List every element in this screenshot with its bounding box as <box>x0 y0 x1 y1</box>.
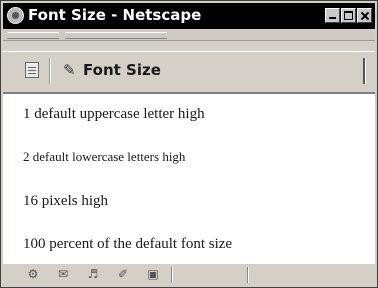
composer-icon[interactable]: ♬ <box>85 268 101 281</box>
navigator-icon[interactable]: ⚙ <box>25 268 41 281</box>
pen-icon: ✎ <box>63 61 76 79</box>
text-line: 1 default uppercase letter high <box>23 106 205 122</box>
toolbar-grip[interactable] <box>7 32 59 39</box>
browser-window: Font Size - Netscape ✎ Font Size 1 defau… <box>0 0 378 288</box>
text-line: 100 percent of the default font size <box>23 236 233 252</box>
page-toolbar: ✎ Font Size <box>3 51 375 93</box>
toolbar-divider <box>49 58 50 84</box>
page-content: 1 default uppercase letter high 2 defaul… <box>3 93 375 263</box>
status-divider <box>171 267 172 283</box>
document-icon[interactable] <box>25 62 39 78</box>
toolbar-grip[interactable] <box>65 32 117 39</box>
address-book-icon[interactable]: ▣ <box>145 268 161 281</box>
status-bar: ⚙ ✉ ♬ ✐ ▣ <box>3 263 375 286</box>
close-button[interactable] <box>357 8 372 23</box>
netscape-icon[interactable] <box>7 7 24 24</box>
toolbar-title: Font Size <box>83 61 161 79</box>
mail-icon[interactable]: ✉ <box>55 268 71 281</box>
toolbar-end-divider <box>363 58 365 84</box>
text-line: 16 pixels high <box>23 193 108 209</box>
status-divider <box>247 267 248 283</box>
maximize-button[interactable] <box>341 8 356 23</box>
window-title: Font Size - Netscape <box>28 6 202 24</box>
minimize-button[interactable] <box>325 8 340 23</box>
menu-bar <box>3 30 375 41</box>
edit-icon[interactable]: ✐ <box>115 268 131 281</box>
text-line: 2 default lowercase letters high <box>23 149 186 164</box>
toolbar-grip[interactable] <box>115 32 167 39</box>
title-bar[interactable]: Font Size - Netscape <box>3 3 375 29</box>
